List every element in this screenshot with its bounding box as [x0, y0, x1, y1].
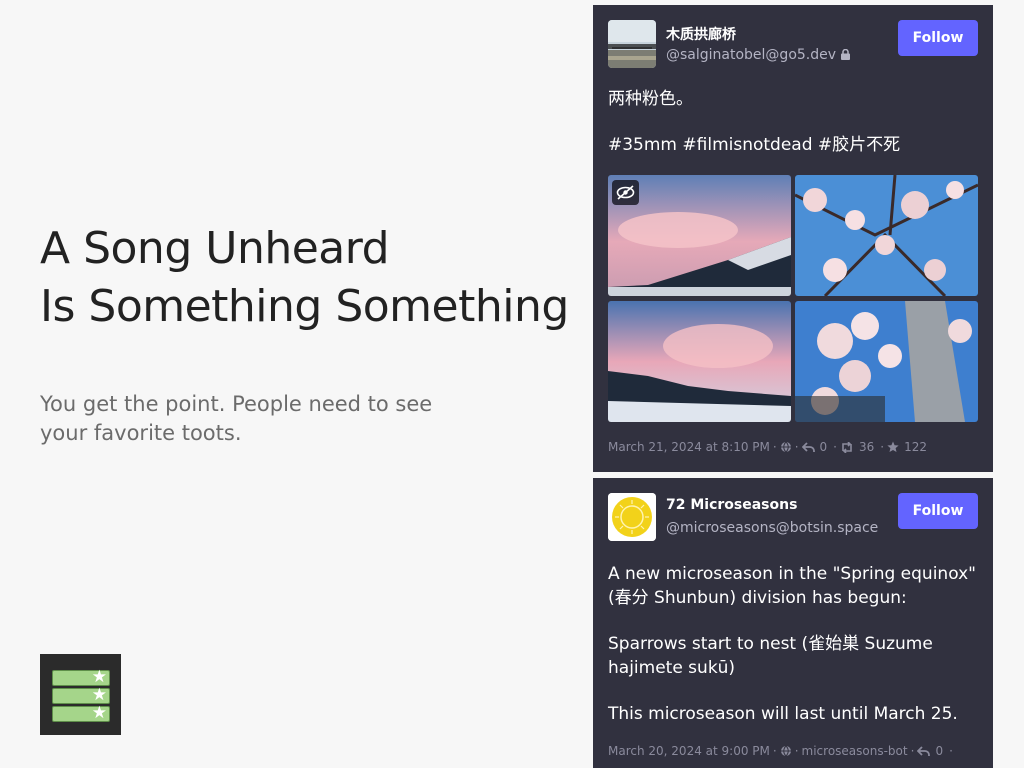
toot-content: A new microseason in the "Spring equinox…	[608, 562, 978, 748]
toot-paragraph: #35mm #filmisnotdead #胶片不死	[608, 135, 901, 155]
toot-card[interactable]: 木质拱廊桥 @salginatobel@go5.dev Follow 两种粉色。…	[593, 5, 993, 472]
reply-count: 0	[819, 440, 828, 454]
photo-blossoms-tree-trunk	[795, 301, 978, 422]
avatar-sun-image	[608, 493, 656, 541]
display-name[interactable]: 72 Microseasons	[666, 497, 797, 513]
toot-paragraph: 两种粉色。	[608, 89, 693, 109]
media-gallery[interactable]	[608, 175, 978, 422]
account-handle[interactable]: @microseasons@botsin.space	[666, 520, 878, 536]
handle-text: @microseasons@botsin.space	[666, 520, 879, 536]
avatar[interactable]	[608, 20, 656, 68]
client-app[interactable]: microseasons-bot	[802, 744, 908, 758]
star-icon: ★	[91, 667, 107, 687]
boost-count: 36	[859, 440, 875, 454]
hide-media-button[interactable]	[612, 180, 639, 205]
timestamp[interactable]: March 20, 2024 at 9:00 PM	[608, 744, 770, 758]
reply-count: 0	[935, 744, 944, 758]
display-name[interactable]: 木质拱廊桥	[666, 24, 736, 44]
reply-icon[interactable]	[917, 746, 931, 757]
star-icon[interactable]	[887, 441, 899, 453]
star-icon: ★	[91, 685, 107, 705]
favourite-count: 122	[904, 440, 928, 454]
photo-blossoms-blue-sky	[795, 175, 978, 296]
app-logo: ★ ★ ★	[40, 654, 121, 735]
account-handle[interactable]: @salginatobel@go5.dev	[666, 47, 851, 63]
media-thumbnail[interactable]	[795, 175, 978, 296]
toot-meta: March 21, 2024 at 8:10 PM · · 0 · 36 · 122	[608, 440, 928, 454]
logo-bar-2: ★	[52, 685, 110, 705]
star-icon: ★	[91, 703, 107, 723]
avatar[interactable]	[608, 493, 656, 541]
hero-title: A Song Unheard Is Something Something	[40, 220, 569, 336]
hero-title-line-2: Is Something Something	[40, 281, 569, 332]
follow-button[interactable]: Follow	[898, 493, 978, 529]
boost-icon[interactable]	[840, 441, 854, 454]
toot-feed[interactable]: 木质拱廊桥 @salginatobel@go5.dev Follow 两种粉色。…	[593, 0, 993, 768]
eye-slash-icon	[616, 185, 635, 200]
timestamp[interactable]: March 21, 2024 at 8:10 PM	[608, 440, 770, 454]
logo-bar-1: ★	[52, 667, 110, 687]
follow-button[interactable]: Follow	[898, 20, 978, 56]
toot-card[interactable]: 72 Microseasons @microseasons@botsin.spa…	[593, 478, 993, 768]
globe-icon	[780, 441, 791, 453]
hero-title-line-1: A Song Unheard	[40, 223, 389, 274]
reply-icon[interactable]	[801, 442, 815, 453]
avatar-image	[608, 20, 656, 68]
toot-paragraph: Sparrows start to nest (雀始巣 Suzume hajim…	[608, 634, 933, 678]
media-thumbnail[interactable]	[608, 301, 791, 422]
toot-meta: March 20, 2024 at 9:00 PM · · microseasons-…	[608, 744, 953, 758]
logo-bar-3: ★	[52, 703, 110, 723]
photo-pink-sky-snow-forest	[608, 301, 791, 422]
handle-text: @salginatobel@go5.dev	[666, 47, 837, 63]
globe-icon	[780, 745, 791, 757]
toot-paragraph: A new microseason in the "Spring equinox…	[608, 564, 976, 608]
toot-content: 两种粉色。 #35mm #filmisnotdead #胶片不死	[608, 87, 978, 179]
media-thumbnail[interactable]	[795, 301, 978, 422]
lock-icon	[841, 49, 851, 60]
hero-subtitle: You get the point. People need to see yo…	[40, 392, 433, 445]
toot-paragraph: This microseason will last until March 2…	[608, 704, 958, 724]
